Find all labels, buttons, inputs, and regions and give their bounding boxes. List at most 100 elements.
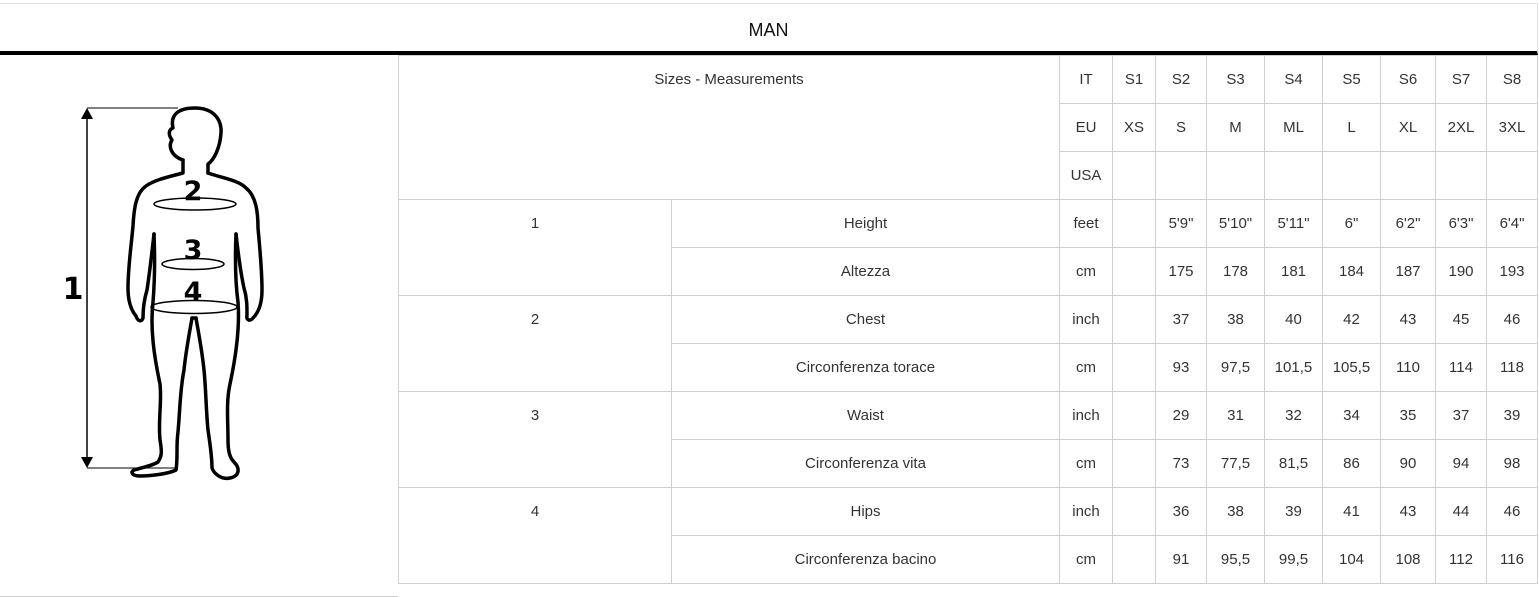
page-title: MAN (748, 20, 789, 40)
arrow-head-bottom (81, 457, 93, 468)
measurement-value-cell (1112, 487, 1156, 536)
table-row: 2 Chest inch 37 38 40 42 43 45 46 (398, 295, 1538, 392)
size-code-cell: S5 (1322, 55, 1381, 104)
size-code-cell: M (1206, 103, 1265, 152)
measurement-value-cell: 29 (1155, 391, 1207, 440)
measurement-value-cell (1112, 199, 1156, 248)
measurement-value-cell: 38 (1206, 295, 1265, 344)
measurement-value-cell (1112, 391, 1156, 440)
measurement-value-cell: 46 (1486, 295, 1538, 344)
size-system-label: EU (1059, 103, 1113, 152)
measurement-name: Chest (671, 295, 1060, 344)
size-code-cell: ML (1264, 103, 1323, 152)
measurement-value-cell (1112, 343, 1156, 392)
measurement-value-cell: 37 (1435, 391, 1487, 440)
measurement-value-cell: 32 (1264, 391, 1323, 440)
measurement-number: 1 (398, 199, 672, 296)
measurement-value-cell: 42 (1322, 295, 1381, 344)
measurement-value-cell: 34 (1322, 391, 1381, 440)
measurement-value-cell (1112, 295, 1156, 344)
table-row: 4 Hips inch 36 38 39 41 43 44 46 (398, 487, 1538, 584)
measurement-value-cell (1112, 439, 1156, 488)
measurement-value-cell: 81,5 (1264, 439, 1323, 488)
measurement-value-cell: 6'3" (1435, 199, 1487, 248)
measurement-value-cell: 181 (1264, 247, 1323, 296)
measurement-value-cell: 97,5 (1206, 343, 1265, 392)
measurement-value-cell (1112, 535, 1156, 584)
table-row: 3 Waist inch 29 31 32 34 35 37 39 (398, 391, 1538, 488)
title-bar: MAN (0, 3, 1538, 55)
measurement-value-cell: 98 (1486, 439, 1538, 488)
unit-cell: feet (1059, 199, 1113, 248)
unit-cell: cm (1059, 439, 1113, 488)
measurement-value-cell: 86 (1322, 439, 1381, 488)
measurement-value-cell: 5'11" (1264, 199, 1323, 248)
measurement-value-cell: 44 (1435, 487, 1487, 536)
measurement-value-cell: 43 (1380, 487, 1436, 536)
measurement-name: Hips (671, 487, 1060, 536)
measurement-value-cell: 5'9" (1155, 199, 1207, 248)
unit-cell: inch (1059, 391, 1113, 440)
unit-cell: cm (1059, 343, 1113, 392)
measurement-number: 4 (398, 487, 672, 584)
size-code-cell: L (1322, 103, 1381, 152)
arrow-head-top (81, 108, 93, 119)
measurement-name: Altezza (671, 247, 1060, 296)
measurement-value-cell: 112 (1435, 535, 1487, 584)
measurement-number: 2 (398, 295, 672, 392)
measurement-value-cell: 43 (1380, 295, 1436, 344)
unit-cell: inch (1059, 295, 1113, 344)
size-code-cell: S2 (1155, 55, 1207, 104)
unit-cell: cm (1059, 247, 1113, 296)
measurement-value-cell: 108 (1380, 535, 1436, 584)
measurement-value-cell: 31 (1206, 391, 1265, 440)
mark-chest: 2 (184, 176, 203, 207)
measurement-value-cell: 175 (1155, 247, 1207, 296)
size-code-cell (1155, 151, 1207, 200)
measurement-value-cell: 118 (1486, 343, 1538, 392)
mark-waist: 3 (184, 235, 203, 266)
body-measurement-figure: 1 2 3 4 (63, 106, 264, 481)
size-code-cell: 3XL (1486, 103, 1538, 152)
measurement-value-cell: 36 (1155, 487, 1207, 536)
size-code-cell (1380, 151, 1436, 200)
measurement-value-cell: 193 (1486, 247, 1538, 296)
measurement-value-cell: 187 (1380, 247, 1436, 296)
measurement-value-cell: 184 (1322, 247, 1381, 296)
size-code-cell: XL (1380, 103, 1436, 152)
measurement-value-cell: 38 (1206, 487, 1265, 536)
measurement-value-cell: 6" (1322, 199, 1381, 248)
size-code-cell (1112, 151, 1156, 200)
measurement-value-cell: 94 (1435, 439, 1487, 488)
size-system-row: Sizes - Measurements IT S1 S2 S3 S4 S5 S6 S7 S8 (398, 55, 1538, 200)
measurement-value-cell: 39 (1264, 487, 1323, 536)
size-code-cell: 2XL (1435, 103, 1487, 152)
measurement-value-cell: 190 (1435, 247, 1487, 296)
unit-cell: inch (1059, 487, 1113, 536)
height-label: 1 (63, 272, 84, 307)
measurement-value-cell: 35 (1380, 391, 1436, 440)
measurement-value-cell: 91 (1155, 535, 1207, 584)
measurement-value-cell: 40 (1264, 295, 1323, 344)
size-code-cell (1206, 151, 1265, 200)
measurement-value-cell: 45 (1435, 295, 1487, 344)
measurement-name: Waist (671, 391, 1060, 440)
measurement-value-cell: 110 (1380, 343, 1436, 392)
size-code-cell (1264, 151, 1323, 200)
size-code-cell: S4 (1264, 55, 1323, 104)
measurement-value-cell (1112, 247, 1156, 296)
measurement-value-cell: 95,5 (1206, 535, 1265, 584)
measurement-value-cell: 90 (1380, 439, 1436, 488)
measurement-value-cell: 6'2" (1380, 199, 1436, 248)
unit-cell: cm (1059, 535, 1113, 584)
measurement-value-cell: 73 (1155, 439, 1207, 488)
measurement-value-cell: 93 (1155, 343, 1207, 392)
size-code-cell (1322, 151, 1381, 200)
size-code-cell (1435, 151, 1487, 200)
measurement-value-cell: 37 (1155, 295, 1207, 344)
size-code-cell: S1 (1112, 55, 1156, 104)
mark-hips: 4 (184, 277, 203, 308)
measurement-value-cell: 39 (1486, 391, 1538, 440)
measurement-value-cell: 46 (1486, 487, 1538, 536)
body-figure-panel: 1 2 3 4 (0, 55, 398, 597)
